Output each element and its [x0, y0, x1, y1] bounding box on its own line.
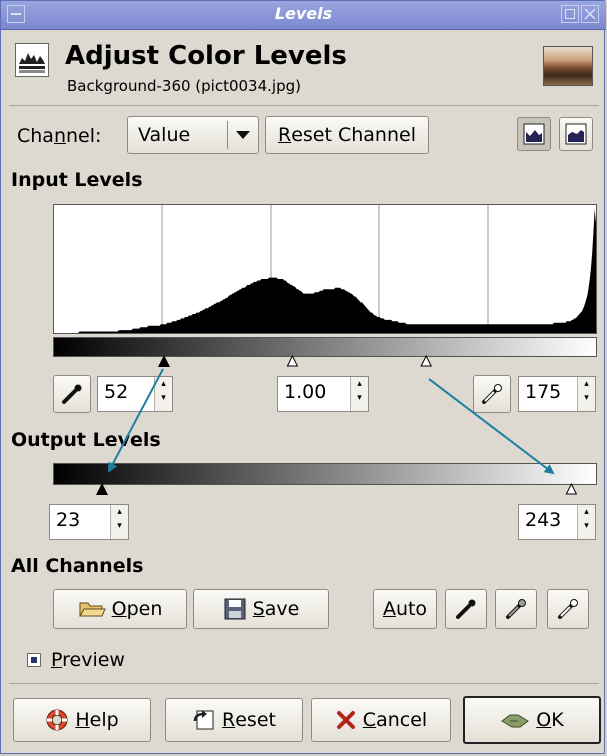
auto-label: uto: [395, 598, 428, 620]
eyedropper-white-icon: [482, 384, 502, 404]
save-label: ave: [264, 598, 300, 620]
reset-label: eset: [235, 709, 276, 731]
input-sliders: [158, 355, 433, 367]
ok-mnemonic: O: [536, 709, 552, 731]
preview-label[interactable]: Preview: [51, 649, 125, 671]
output-low-spinner[interactable]: 23 ▴ ▾: [49, 504, 129, 540]
linear-histogram-icon: [523, 123, 545, 145]
input-levels-heading: Input Levels: [11, 169, 143, 191]
output-high-handle[interactable]: [565, 483, 578, 495]
checkbox-check-icon: [31, 657, 37, 663]
eyedropper-white-icon: [558, 599, 578, 619]
ok-label: K: [551, 709, 564, 731]
spin-arrows-icon[interactable]: ▴ ▾: [577, 505, 595, 539]
handshake-icon: [501, 714, 530, 728]
image-thumbnail: [543, 46, 593, 86]
eyedropper-black-icon: [456, 599, 476, 619]
eyedropper-black-icon: [62, 384, 82, 404]
input-high-handle[interactable]: [420, 355, 433, 367]
open-label: pen: [126, 598, 163, 620]
histogram-area: [54, 209, 596, 333]
close-icon: [584, 8, 596, 20]
input-low-value: 52: [104, 381, 129, 403]
dialog-heading: Adjust Color Levels: [65, 41, 347, 71]
reset-mnemonic: R: [222, 709, 236, 731]
input-high-spinner[interactable]: 175 ▴ ▾: [518, 376, 596, 412]
channel-dropdown[interactable]: Value: [127, 116, 259, 154]
save-button[interactable]: Save: [193, 589, 329, 629]
input-gamma-spinner[interactable]: 1.00 ▴ ▾: [277, 376, 369, 412]
chevron-down-icon: [236, 131, 250, 139]
input-gradient-bar: [53, 337, 597, 357]
histogram: [53, 204, 597, 334]
auto-button[interactable]: Auto: [373, 589, 437, 629]
output-gradient-bar: [53, 463, 597, 485]
floppy-disk-icon: [224, 598, 246, 620]
pick-black-all-button[interactable]: [445, 589, 487, 629]
output-high-spinner[interactable]: 243 ▴ ▾: [518, 504, 596, 540]
input-low-spinner[interactable]: 52 ▴ ▾: [97, 376, 173, 412]
reset-channel-button[interactable]: Reset Channel: [265, 116, 429, 154]
open-button[interactable]: Open: [53, 589, 187, 629]
spin-arrows-icon[interactable]: ▴ ▾: [154, 377, 172, 411]
all-channels-heading: All Channels: [11, 555, 144, 577]
cancel-x-icon: [336, 711, 355, 729]
output-low-handle[interactable]: [96, 483, 108, 495]
cancel-mnemonic: C: [362, 709, 377, 731]
input-gamma-value: 1.00: [284, 381, 327, 403]
cancel-button[interactable]: Cancel: [311, 698, 451, 742]
spin-arrows-icon[interactable]: ▴ ▾: [577, 377, 595, 411]
image-name: Background-360 (pict0034.jpg): [67, 77, 301, 95]
auto-mnemonic: A: [382, 598, 396, 620]
output-low-value: 23: [56, 509, 81, 531]
input-high-value: 175: [525, 381, 562, 403]
open-mnemonic: O: [111, 598, 127, 620]
linear-histogram-toggle[interactable]: [517, 117, 551, 151]
spin-arrows-icon[interactable]: ▴ ▾: [350, 377, 368, 411]
output-high-value: 243: [525, 509, 562, 531]
preview-checkbox[interactable]: [27, 653, 41, 667]
log-histogram-toggle[interactable]: [559, 117, 593, 151]
save-mnemonic: S: [252, 598, 265, 620]
pick-gray-all-button[interactable]: [495, 589, 537, 629]
spin-arrows-icon[interactable]: ▴ ▾: [110, 505, 128, 539]
maximize-button[interactable]: [561, 5, 579, 23]
reset-channel-mnemonic: R: [278, 124, 292, 146]
footer-separator: [9, 683, 599, 684]
close-button[interactable]: [581, 5, 599, 23]
lifebuoy-icon: [46, 709, 68, 731]
input-low-handle[interactable]: [158, 355, 170, 367]
channel-label: Channel:: [17, 125, 102, 147]
window-title: Levels: [274, 4, 333, 23]
help-mnemonic: H: [75, 709, 90, 731]
ok-button[interactable]: OK: [463, 696, 601, 744]
output-levels-heading: Output Levels: [11, 429, 161, 451]
reset-channel-label: eset Channel: [291, 124, 416, 146]
pick-white-point-button[interactable]: [473, 375, 511, 413]
levels-icon: [15, 43, 49, 77]
maximize-icon: [565, 9, 575, 19]
input-gamma-handle[interactable]: [286, 355, 299, 367]
help-label: elp: [89, 709, 119, 731]
log-histogram-icon: [565, 123, 587, 145]
folder-icon: [78, 602, 106, 617]
levels-dialog: Levels Adjust Color Levels Background-36…: [0, 0, 606, 754]
pick-black-point-button[interactable]: [53, 375, 91, 413]
cancel-label: ancel: [376, 709, 428, 731]
reset-button[interactable]: Reset: [165, 698, 303, 742]
header-separator: [9, 105, 599, 106]
help-button[interactable]: Help: [13, 698, 151, 742]
pick-white-all-button[interactable]: [547, 589, 589, 629]
dropdown-divider: [227, 121, 228, 149]
revert-icon: [193, 710, 214, 730]
histogram-plot: [54, 205, 596, 333]
levels-glyph: [19, 53, 45, 73]
channel-value: Value: [138, 124, 191, 146]
title-bar: Levels: [1, 1, 606, 30]
eyedropper-gray-icon: [506, 599, 526, 619]
output-sliders: [96, 483, 578, 495]
